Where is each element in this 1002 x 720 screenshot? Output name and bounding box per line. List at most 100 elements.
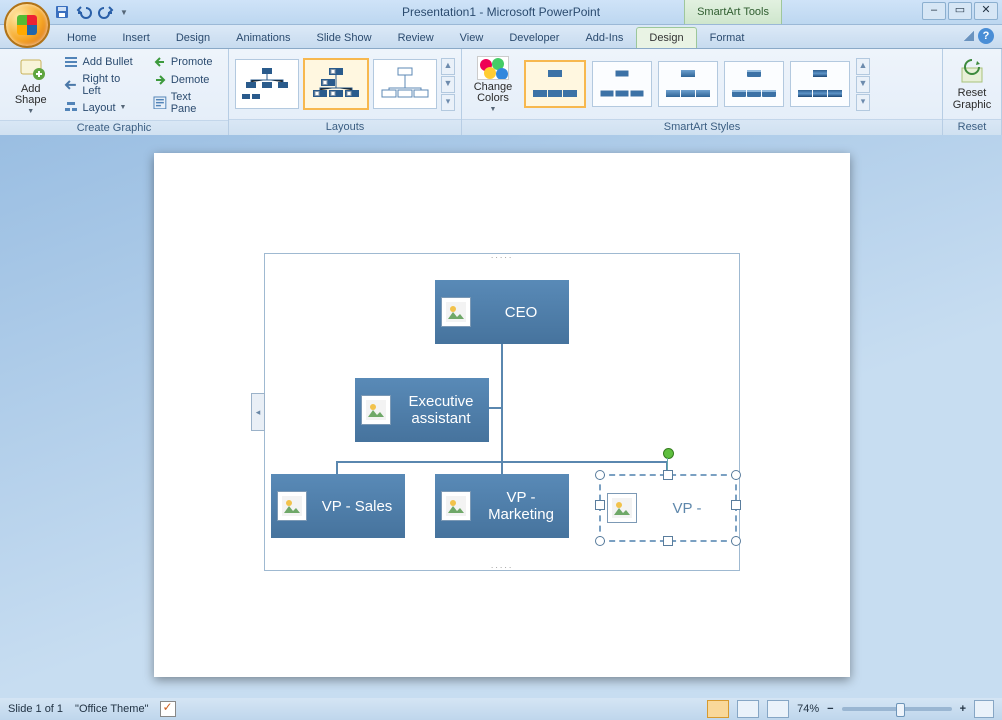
- ribbon-minimize-icon[interactable]: [964, 31, 974, 41]
- layout-button[interactable]: Layout ▼: [61, 100, 143, 116]
- tab-design[interactable]: Design: [163, 27, 223, 48]
- selection-handle[interactable]: [663, 536, 673, 546]
- reset-label-1: Reset: [958, 88, 987, 98]
- tab-add-ins[interactable]: Add-Ins: [572, 27, 636, 48]
- normal-view-button[interactable]: [707, 700, 729, 718]
- change-colors-button[interactable]: Change Colors ▼: [468, 54, 518, 115]
- theme-indicator: "Office Theme": [75, 703, 148, 715]
- add-bullet-button[interactable]: Add Bullet: [61, 54, 143, 70]
- promote-button[interactable]: Promote: [150, 54, 222, 70]
- layout-gallery-scroll[interactable]: ▲▼▾: [441, 58, 455, 111]
- right-to-left-button[interactable]: Right to Left: [61, 72, 143, 98]
- tab-slide-show[interactable]: Slide Show: [304, 27, 385, 48]
- selection-handle[interactable]: [663, 470, 673, 480]
- style-option-4[interactable]: [724, 61, 784, 107]
- rotation-handle[interactable]: [663, 448, 674, 459]
- style-option-3[interactable]: [658, 61, 718, 107]
- tab-insert[interactable]: Insert: [109, 27, 163, 48]
- node-vp-sales[interactable]: VP - Sales: [271, 474, 405, 538]
- zoom-in-button[interactable]: +: [960, 703, 966, 715]
- connector: [336, 461, 338, 475]
- save-icon[interactable]: [54, 4, 70, 20]
- window-title: Presentation1 - Microsoft PowerPoint: [0, 5, 1002, 19]
- maximize-button[interactable]: ▭: [948, 2, 972, 20]
- add-shape-label: Add Shape: [8, 84, 53, 106]
- text-pane-button[interactable]: Text Pane: [150, 90, 222, 116]
- status-bar: Slide 1 of 1 "Office Theme" 74% − +: [0, 698, 1002, 720]
- layout-option-2-selected[interactable]: [303, 58, 369, 110]
- zoom-slider[interactable]: [842, 707, 952, 711]
- selection-handle[interactable]: [731, 470, 741, 480]
- selection-handle[interactable]: [595, 500, 605, 510]
- right-to-left-label: Right to Left: [82, 73, 141, 97]
- redo-icon[interactable]: [98, 4, 114, 20]
- frame-handle-bottom[interactable]: ∙∙∙∙∙: [491, 562, 514, 572]
- tab-smartart-format[interactable]: Format: [697, 27, 758, 48]
- contextual-tab-title: SmartArt Tools: [684, 0, 782, 24]
- change-colors-label: Change Colors: [470, 82, 516, 104]
- text-pane-toggle[interactable]: ◂: [251, 393, 265, 431]
- layout-option-1[interactable]: [235, 59, 299, 109]
- slide-workspace: ∙∙∙∙∙ ∙∙∙∙∙ ◂ CEO Executive assistant: [0, 135, 1002, 698]
- tab-developer[interactable]: Developer: [496, 27, 572, 48]
- slide-canvas[interactable]: ∙∙∙∙∙ ∙∙∙∙∙ ◂ CEO Executive assistant: [154, 153, 850, 677]
- picture-placeholder-icon[interactable]: [277, 491, 307, 521]
- undo-icon[interactable]: [76, 4, 92, 20]
- selection-handle[interactable]: [595, 470, 605, 480]
- layout-option-3[interactable]: [373, 59, 437, 109]
- picture-placeholder-icon[interactable]: [441, 491, 471, 521]
- minimize-button[interactable]: –: [922, 2, 946, 20]
- connector: [501, 344, 503, 461]
- connector: [501, 461, 503, 475]
- node-vp-marketing-text: VP - Marketing: [479, 489, 563, 523]
- layout-label: Layout: [82, 102, 115, 114]
- ribbon: Add Shape ▼ Add Bullet Right to Left Lay…: [0, 49, 1002, 138]
- selection-handle[interactable]: [731, 500, 741, 510]
- picture-placeholder-icon[interactable]: [607, 493, 637, 523]
- tab-animations[interactable]: Animations: [223, 27, 303, 48]
- spellcheck-icon[interactable]: [160, 701, 176, 717]
- promote-label: Promote: [171, 56, 213, 68]
- qat-dropdown-icon[interactable]: ▼: [120, 8, 128, 17]
- style-option-5[interactable]: [790, 61, 850, 107]
- node-vp-sales-text: VP - Sales: [315, 498, 399, 515]
- picture-placeholder-icon[interactable]: [361, 395, 391, 425]
- reset-label-2: Graphic: [953, 100, 992, 110]
- close-button[interactable]: ✕: [974, 2, 998, 20]
- zoom-out-button[interactable]: −: [827, 703, 833, 715]
- demote-label: Demote: [171, 74, 210, 86]
- style-option-2[interactable]: [592, 61, 652, 107]
- demote-button[interactable]: Demote: [150, 72, 222, 88]
- node-vp-editing[interactable]: VP -: [599, 474, 737, 542]
- ribbon-tabs: Home Insert Design Animations Slide Show…: [0, 25, 1002, 49]
- fit-to-window-button[interactable]: [974, 700, 994, 718]
- zoom-level[interactable]: 74%: [797, 703, 819, 715]
- text-pane-label: Text Pane: [171, 91, 219, 115]
- quick-access-toolbar: ▼: [54, 4, 128, 20]
- node-ea-text: Executive assistant: [399, 393, 483, 427]
- reset-graphic-button[interactable]: Reset Graphic: [949, 56, 995, 112]
- tab-home[interactable]: Home: [54, 27, 109, 48]
- node-ceo-text: CEO: [479, 304, 563, 321]
- slideshow-view-button[interactable]: [767, 700, 789, 718]
- style-gallery-scroll[interactable]: ▲▼▾: [856, 58, 870, 111]
- slide-indicator: Slide 1 of 1: [8, 703, 63, 715]
- help-icon[interactable]: ?: [978, 28, 994, 44]
- add-shape-button[interactable]: Add Shape ▼: [6, 52, 55, 117]
- selection-handle[interactable]: [595, 536, 605, 546]
- selection-handle[interactable]: [731, 536, 741, 546]
- node-vp-editing-text[interactable]: VP -: [645, 500, 729, 517]
- tab-view[interactable]: View: [447, 27, 497, 48]
- frame-handle-top[interactable]: ∙∙∙∙∙: [491, 252, 514, 262]
- node-ceo[interactable]: CEO: [435, 280, 569, 344]
- tab-smartart-design[interactable]: Design: [636, 27, 696, 48]
- node-executive-assistant[interactable]: Executive assistant: [355, 378, 489, 442]
- office-button[interactable]: [4, 2, 50, 48]
- sorter-view-button[interactable]: [737, 700, 759, 718]
- title-bar: ▼ Presentation1 - Microsoft PowerPoint S…: [0, 0, 1002, 25]
- picture-placeholder-icon[interactable]: [441, 297, 471, 327]
- tab-review[interactable]: Review: [385, 27, 447, 48]
- node-vp-marketing[interactable]: VP - Marketing: [435, 474, 569, 538]
- style-option-1-selected[interactable]: [524, 60, 586, 108]
- smartart-frame[interactable]: ∙∙∙∙∙ ∙∙∙∙∙ ◂ CEO Executive assistant: [264, 253, 740, 571]
